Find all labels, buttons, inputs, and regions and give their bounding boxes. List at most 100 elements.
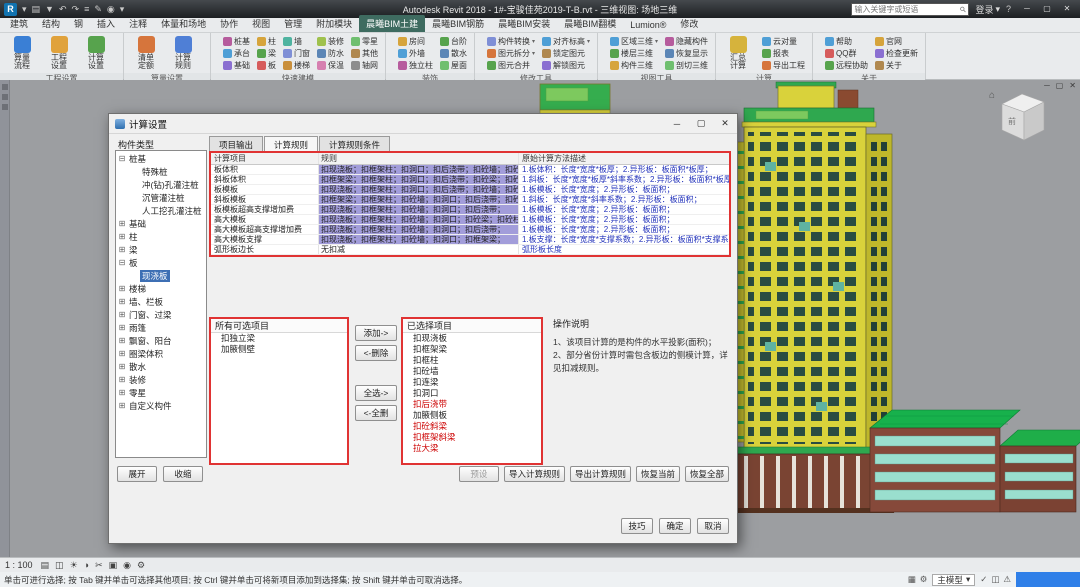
list-item[interactable]: 扣框柱 bbox=[403, 355, 541, 366]
view-scale[interactable]: 1 : 100 bbox=[5, 560, 33, 570]
view-control-icon[interactable]: ⚙ bbox=[137, 560, 145, 571]
ribbon-button[interactable]: 区域三维 ▾ bbox=[608, 35, 660, 47]
ribbon-tab[interactable]: 晨曦BIM翻模 bbox=[557, 15, 623, 32]
tree-expander-icon[interactable]: ⊞ bbox=[118, 219, 126, 228]
footer-button[interactable]: 预设 bbox=[459, 466, 499, 482]
view-control-icon[interactable]: ◫ bbox=[55, 560, 64, 571]
ribbon-button[interactable]: 云对量 ▾ bbox=[760, 35, 807, 47]
ribbon-button[interactable]: 屋面 ▾ bbox=[438, 59, 469, 71]
list-item[interactable]: 扣洞口 bbox=[403, 388, 541, 399]
tree-item[interactable]: ⊞ 零星 bbox=[116, 386, 206, 399]
quick-access-icon[interactable]: ◉ bbox=[107, 0, 115, 18]
status-icon[interactable]: ✓ bbox=[980, 574, 987, 585]
ribbon-button[interactable]: 防水 ▾ bbox=[315, 47, 346, 59]
collapse-button[interactable]: 收缩 bbox=[163, 466, 203, 482]
status-icon[interactable]: ◫ bbox=[991, 574, 999, 585]
ribbon-button[interactable]: 图元拆分 ▾ bbox=[485, 47, 537, 59]
tree-expander-icon[interactable]: ⊞ bbox=[118, 362, 126, 371]
maximize-button[interactable]: ▢ bbox=[1037, 0, 1057, 18]
ribbon-button[interactable]: 装修 ▾ bbox=[315, 35, 346, 47]
view-control-icon[interactable]: ◉ bbox=[123, 560, 131, 571]
viewcube[interactable]: ⌂ 前 bbox=[988, 86, 1052, 150]
ribbon-button[interactable]: 算量 流程 bbox=[5, 36, 39, 70]
ribbon-button[interactable]: 工程 设置 bbox=[42, 36, 76, 70]
ribbon-button[interactable]: 隐藏构件 ▾ bbox=[663, 35, 710, 47]
tree-expander-icon[interactable]: ⊞ bbox=[118, 245, 126, 254]
ribbon-tab[interactable]: 附加模块 bbox=[309, 15, 359, 32]
project-browser-strip[interactable] bbox=[0, 80, 10, 557]
dialog-close-button[interactable]: ✕ bbox=[713, 114, 737, 134]
ribbon-button[interactable]: 外墙 ▾ bbox=[396, 47, 435, 59]
quick-access-icon[interactable]: ≡ bbox=[84, 0, 89, 18]
list-item[interactable]: 扣后浇带 bbox=[403, 399, 541, 410]
tree-expander-icon[interactable]: ⊞ bbox=[118, 232, 126, 241]
rule-cell[interactable]: 扣框架梁；扣框架柱；扣洞口；扣后浇带；扣砼梁；扣砼柱 bbox=[319, 175, 519, 184]
ribbon-button[interactable]: 独立柱 ▾ bbox=[396, 59, 435, 71]
list-item[interactable]: 扣连梁 bbox=[403, 377, 541, 388]
view-close-icon[interactable]: ✕ bbox=[1069, 81, 1076, 90]
tree-item[interactable]: ⊞ 基础 bbox=[116, 217, 206, 230]
tree-item[interactable]: ⊞ 楼梯 bbox=[116, 282, 206, 295]
view-minimize-icon[interactable]: ─ bbox=[1044, 81, 1050, 90]
ribbon-button[interactable]: 构件转换 ▾ bbox=[485, 35, 537, 47]
quick-access-icon[interactable]: ▼ bbox=[45, 0, 54, 18]
rule-cell[interactable]: 扣现浇板；扣框架柱；扣洞口；扣后浇带；扣砼墙；扣砼柱 bbox=[319, 185, 519, 194]
ribbon-button[interactable]: 报表 ▾ bbox=[760, 47, 807, 59]
ribbon-button[interactable]: 清单 定额 bbox=[129, 36, 163, 70]
view-control-icon[interactable]: ◑ bbox=[84, 560, 89, 571]
ribbon-button[interactable]: 解锁图元 ▾ bbox=[540, 59, 592, 71]
tree-item[interactable]: ⊞ 飘窗、阳台 bbox=[116, 334, 206, 347]
quick-access-icon[interactable]: ▾ bbox=[120, 0, 125, 18]
ribbon-button[interactable]: 构件三维 ▾ bbox=[608, 59, 660, 71]
tree-item[interactable]: ⊞ 雨篷 bbox=[116, 321, 206, 334]
tree-item[interactable]: ⊞ 自定义构件 bbox=[116, 399, 206, 412]
list-item[interactable]: 加腋侧壁 bbox=[211, 344, 347, 355]
dialog-maximize-button[interactable]: ▢ bbox=[689, 114, 713, 134]
tree-item[interactable]: ⊞ 梁 bbox=[116, 243, 206, 256]
ribbon-tab[interactable]: 修改 bbox=[673, 15, 705, 32]
list-item[interactable]: 扣砼斜梁 bbox=[403, 421, 541, 432]
tree-expander-icon[interactable]: ⊞ bbox=[118, 323, 126, 332]
tree-item[interactable]: 特殊桩 bbox=[116, 165, 206, 178]
ribbon-button[interactable]: 轴网 ▾ bbox=[349, 59, 380, 71]
ribbon-button[interactable]: 锁定图元 ▾ bbox=[540, 47, 592, 59]
dialog-minimize-button[interactable]: ─ bbox=[665, 114, 689, 134]
search-icon[interactable] bbox=[960, 5, 966, 14]
ribbon-button[interactable]: 帮助 ▾ bbox=[823, 35, 870, 47]
ribbon-tab[interactable]: 视图 bbox=[245, 15, 277, 32]
rule-cell[interactable]: 扣现浇板；扣框架柱；扣砼墙；扣洞口；扣砼梁；扣砼柱 bbox=[319, 215, 519, 224]
help-icon[interactable]: ? bbox=[1006, 0, 1011, 18]
tree-expander-icon[interactable]: ⊞ bbox=[118, 375, 126, 384]
tree-item[interactable]: ⊞ 门窗、过梁 bbox=[116, 308, 206, 321]
footer-button[interactable]: 恢复全部 bbox=[685, 466, 729, 482]
ribbon-button[interactable]: 关于 ▾ bbox=[873, 59, 920, 71]
list-item[interactable]: 扣砼墙 bbox=[403, 366, 541, 377]
tree-expander-icon[interactable]: ⊞ bbox=[118, 284, 126, 293]
list-item[interactable]: 拉大梁 bbox=[403, 443, 541, 454]
transfer-button[interactable]: 全选-> bbox=[355, 385, 397, 401]
rule-cell[interactable]: 扣现浇板；扣框架柱；扣砼墙；扣洞口；扣框架梁； bbox=[319, 235, 519, 244]
ribbon-button[interactable]: 梁 ▾ bbox=[255, 47, 278, 59]
tree-item[interactable]: ⊞ 装修 bbox=[116, 373, 206, 386]
transfer-button[interactable]: 添加-> bbox=[355, 325, 397, 341]
list-item[interactable]: 扣框架斜梁 bbox=[403, 432, 541, 443]
ribbon-button[interactable]: 远程协助 ▾ bbox=[823, 59, 870, 71]
ribbon-button[interactable]: 台阶 ▾ bbox=[438, 35, 469, 47]
rule-cell[interactable]: 无扣减 bbox=[319, 245, 519, 254]
rule-cell[interactable]: 扣现浇板；扣框架柱；扣砼墙；扣洞口；扣后浇带； bbox=[319, 205, 519, 214]
table-row[interactable]: 弧形板边长 无扣减 弧形板长度 bbox=[211, 245, 729, 255]
table-row[interactable]: 斜板体积 扣框架梁；扣框架柱；扣洞口；扣后浇带；扣砼梁；扣砼柱 1.斜板：长度*… bbox=[211, 175, 729, 185]
ribbon-button[interactable]: 其他 ▾ bbox=[349, 47, 380, 59]
rule-cell[interactable]: 扣框架梁；扣框架柱；扣砼墙；扣洞口；扣后浇带；扣砼柱 bbox=[319, 195, 519, 204]
tree-item[interactable]: ⊞ 墙、栏板 bbox=[116, 295, 206, 308]
table-row[interactable]: 高大模板支撑 扣现浇板；扣框架柱；扣砼墙；扣洞口；扣框架梁； 1.板支撑：长度*… bbox=[211, 235, 729, 245]
status-icon[interactable]: ⚠ bbox=[1003, 574, 1011, 585]
ribbon-button[interactable]: 门窗 ▾ bbox=[281, 47, 312, 59]
ribbon-button[interactable]: 房间 ▾ bbox=[396, 35, 435, 47]
table-row[interactable]: 板模板 扣现浇板；扣框架柱；扣洞口；扣后浇带；扣砼墙；扣砼柱 1.板模板：长度*… bbox=[211, 185, 729, 195]
transfer-button[interactable]: <-删除 bbox=[355, 345, 397, 361]
view-control-icon[interactable]: ▤ bbox=[41, 560, 50, 571]
ribbon-tab[interactable]: 管理 bbox=[277, 15, 309, 32]
ribbon-button[interactable]: 官网 ▾ bbox=[873, 35, 920, 47]
tree-expander-icon[interactable]: ⊟ bbox=[118, 154, 126, 163]
